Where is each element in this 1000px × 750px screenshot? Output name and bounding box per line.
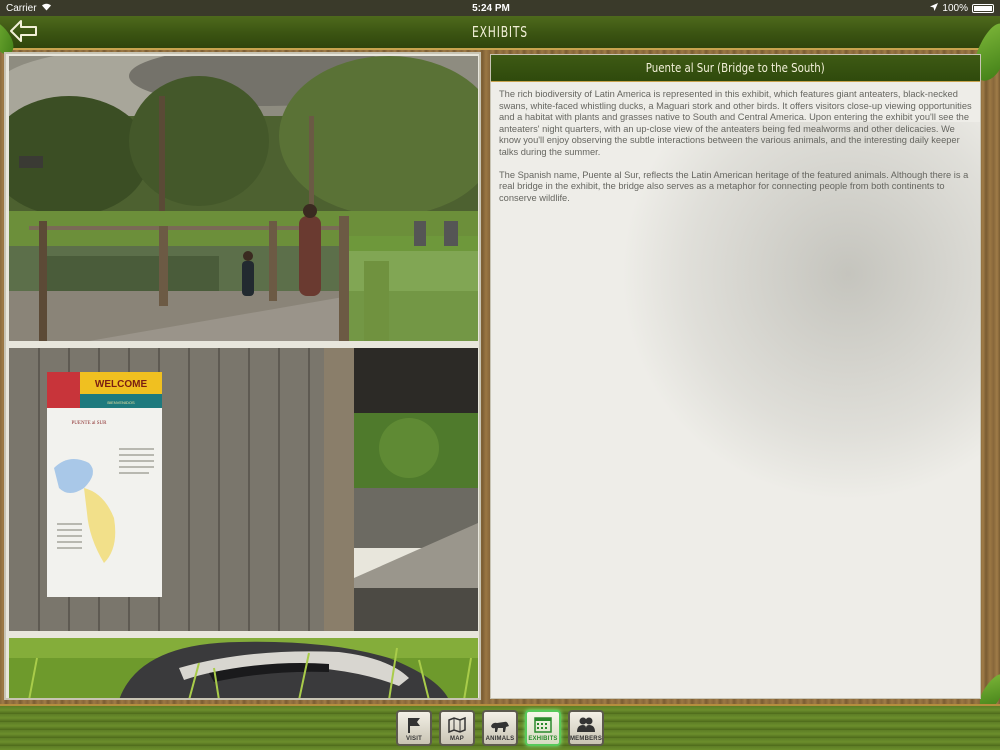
people-icon: [577, 717, 595, 732]
description-paragraph: The Spanish name, Puente al Sur, reflect…: [499, 169, 969, 203]
calendar-icon: [534, 717, 552, 733]
exhibit-title: Puente al Sur (Bridge to the South): [646, 61, 825, 75]
sign-bienvenidos-text: BIENVENIDOS: [107, 400, 135, 405]
sign-welcome-text: WELCOME: [95, 379, 148, 390]
exhibit-title-bar: Puente al Sur (Bridge to the South): [491, 55, 980, 82]
tab-map[interactable]: MAP: [439, 710, 475, 746]
description-paragraph: The rich biodiversity of Latin America i…: [499, 89, 972, 157]
battery-percent: 100%: [942, 2, 968, 14]
tab-label: MEMBERS: [569, 736, 603, 742]
bridge-pond-photo[interactable]: [9, 56, 478, 341]
tab-label: VISIT: [405, 736, 422, 742]
tab-exhibits[interactable]: EXHIBITS: [525, 710, 561, 746]
exhibit-photo-gallery[interactable]: WELCOME BIENVENIDOS PUENTE al SUR: [4, 52, 481, 700]
flag-icon: [408, 718, 420, 733]
wifi-icon: [41, 2, 52, 14]
page-title: EXHIBITS: [472, 23, 528, 41]
welcome-sign-photo[interactable]: WELCOME BIENVENIDOS PUENTE al SUR: [9, 348, 478, 631]
status-time: 5:24 PM: [472, 2, 510, 14]
bottom-tab-bar: VISIT MAP ANIMALS EXHIBITS MEMBERS: [0, 704, 1000, 750]
panther-icon: [491, 721, 509, 732]
app-header: EXHIBITS: [0, 16, 1000, 50]
anteater-photo[interactable]: [9, 638, 478, 698]
sign-name-text: PUENTE al SUR: [72, 421, 108, 426]
tab-animals[interactable]: ANIMALS: [482, 710, 518, 746]
exhibit-description[interactable]: The rich biodiversity of Latin America i…: [491, 82, 980, 698]
battery-icon: [972, 3, 994, 13]
tab-visit[interactable]: VISIT: [396, 710, 432, 746]
carrier-label: Carrier: [6, 2, 37, 14]
status-bar: Carrier 5:24 PM 100%: [0, 0, 1000, 16]
map-icon: [448, 716, 466, 734]
location-arrow-icon: [930, 2, 939, 14]
tab-label: ANIMALS: [485, 736, 515, 742]
tab-label: EXHIBITS: [528, 736, 558, 742]
tab-label: MAP: [450, 736, 464, 742]
tab-members[interactable]: MEMBERS: [568, 710, 604, 746]
exhibit-description-panel: Puente al Sur (Bridge to the South) The …: [490, 54, 981, 699]
